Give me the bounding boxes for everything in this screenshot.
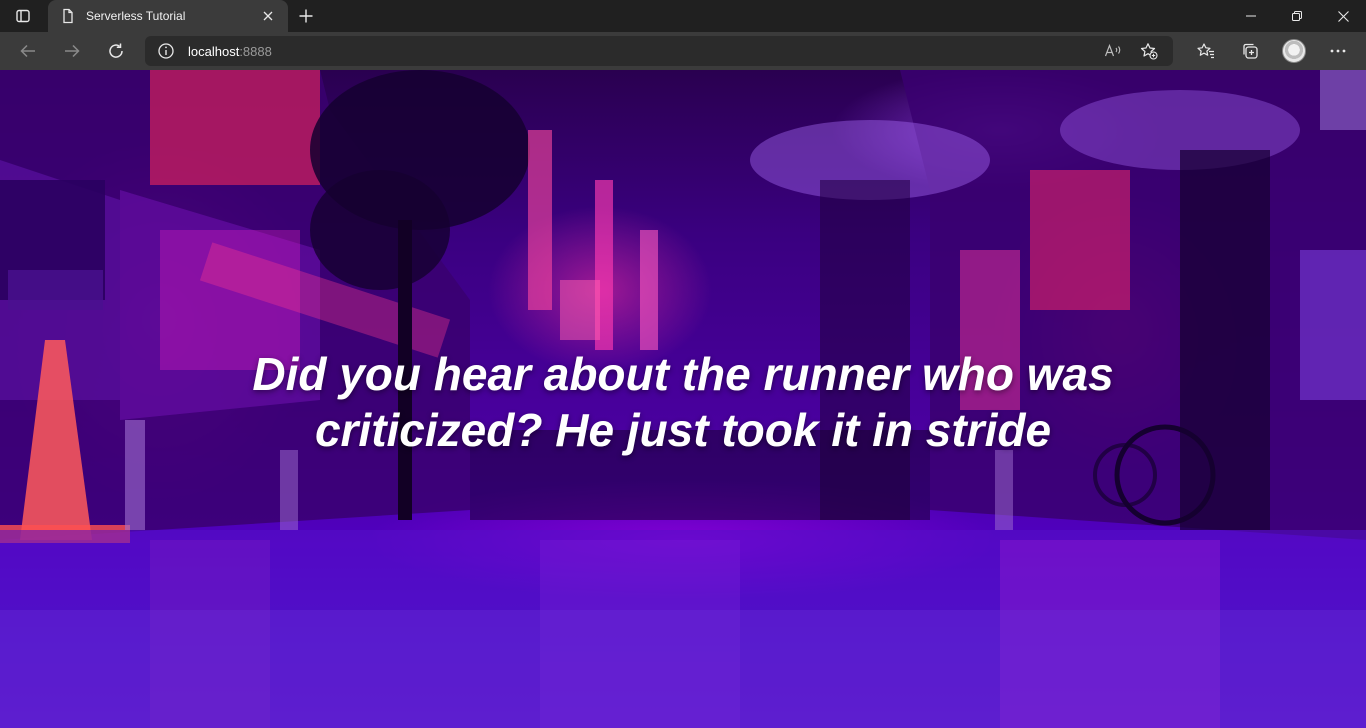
close-icon <box>1337 10 1349 22</box>
address-bar-actions <box>1095 36 1167 66</box>
favorites-button[interactable] <box>1184 32 1228 70</box>
url-host: localhost <box>188 43 240 59</box>
reload-icon <box>109 43 123 58</box>
forward-button[interactable] <box>50 32 94 70</box>
back-arrow-icon <box>20 44 35 58</box>
browser-title-bar: Serverless Tutorial <box>0 0 1366 32</box>
back-button[interactable] <box>6 32 50 70</box>
settings-menu-button[interactable] <box>1316 32 1360 70</box>
read-aloud-icon <box>1104 43 1121 57</box>
profile-button[interactable] <box>1272 32 1316 70</box>
tab-close-button[interactable] <box>258 6 278 26</box>
new-tab-button[interactable] <box>290 0 322 32</box>
tab-title: Serverless Tutorial <box>86 9 186 23</box>
window-controls <box>1228 0 1366 32</box>
toolbar-actions <box>1184 32 1360 70</box>
read-aloud-button[interactable] <box>1095 36 1131 66</box>
forward-arrow-icon <box>65 44 80 58</box>
minimize-icon <box>1246 15 1256 17</box>
document-icon <box>63 8 73 24</box>
url-port: :8888 <box>239 43 272 59</box>
info-icon[interactable] <box>157 42 175 60</box>
browser-toolbar: localhost:8888 <box>0 32 1366 70</box>
tab-actions-button[interactable] <box>0 0 46 32</box>
page-viewport: Did you hear about the runner who was cr… <box>0 70 1366 728</box>
more-menu-icon <box>1330 49 1346 53</box>
minimize-button[interactable] <box>1228 0 1274 32</box>
close-window-button[interactable] <box>1320 0 1366 32</box>
tab-actions-icon <box>16 9 30 23</box>
collections-button[interactable] <box>1228 32 1272 70</box>
close-icon <box>263 11 273 21</box>
browser-tab[interactable]: Serverless Tutorial <box>48 0 288 32</box>
joke-text: Did you hear about the runner who was cr… <box>252 348 1114 456</box>
restore-icon <box>1292 11 1302 21</box>
add-favorite-icon <box>1140 43 1158 60</box>
profile-avatar <box>1282 39 1306 63</box>
address-bar[interactable]: localhost:8888 <box>145 36 1173 66</box>
add-favorite-button[interactable] <box>1131 36 1167 66</box>
restore-button[interactable] <box>1274 0 1320 32</box>
favorites-icon <box>1197 43 1214 59</box>
collections-icon <box>1243 43 1258 59</box>
plus-icon <box>299 9 313 23</box>
reload-button[interactable] <box>94 32 138 70</box>
